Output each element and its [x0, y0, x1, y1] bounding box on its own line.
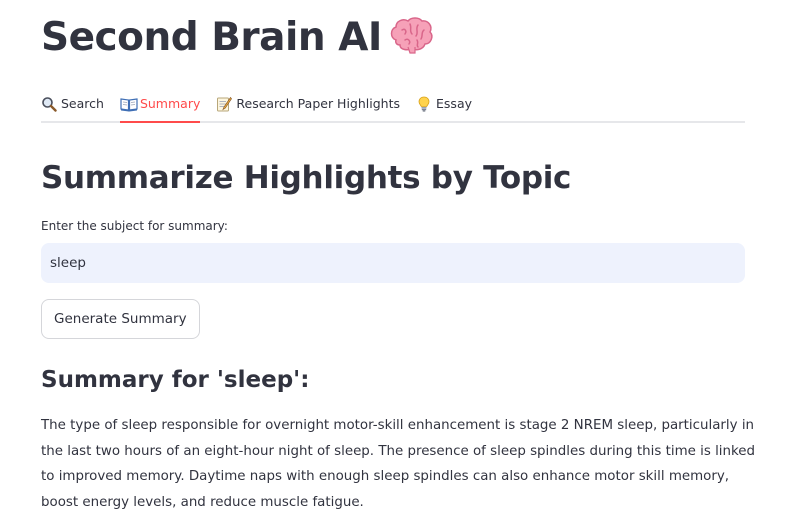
brain-icon — [388, 16, 434, 68]
app-title: Second Brain AI — [41, 12, 434, 68]
tab-essay[interactable]: Essay — [416, 86, 472, 121]
summary-text: The type of sleep responsible for overni… — [41, 418, 756, 510]
tab-essay-label: Essay — [436, 96, 472, 111]
tab-summary-label: Summary — [139, 96, 201, 111]
tab-search-label: Search — [61, 96, 104, 111]
magnifier-icon — [41, 96, 57, 112]
open-book-icon — [120, 96, 138, 112]
tab-search[interactable]: Search — [41, 86, 104, 121]
tab-summary[interactable]: Summary — [119, 86, 201, 123]
summary-heading: Summary for 'sleep': — [41, 367, 310, 393]
light-bulb-icon — [416, 96, 432, 112]
subject-input-label: Enter the subject for summary: — [41, 219, 228, 233]
page-title: Summarize Highlights by Topic — [41, 160, 572, 196]
subject-input[interactable] — [41, 243, 745, 283]
tab-bar: Search Summary Research Paper Highlights… — [41, 86, 745, 123]
memo-icon — [216, 96, 233, 112]
tab-research-paper-highlights-label: Research Paper Highlights — [236, 96, 401, 111]
tab-research-paper-highlights[interactable]: Research Paper Highlights — [216, 86, 400, 121]
app-title-text: Second Brain AI — [41, 15, 382, 60]
generate-summary-button[interactable]: Generate Summary — [41, 299, 200, 339]
